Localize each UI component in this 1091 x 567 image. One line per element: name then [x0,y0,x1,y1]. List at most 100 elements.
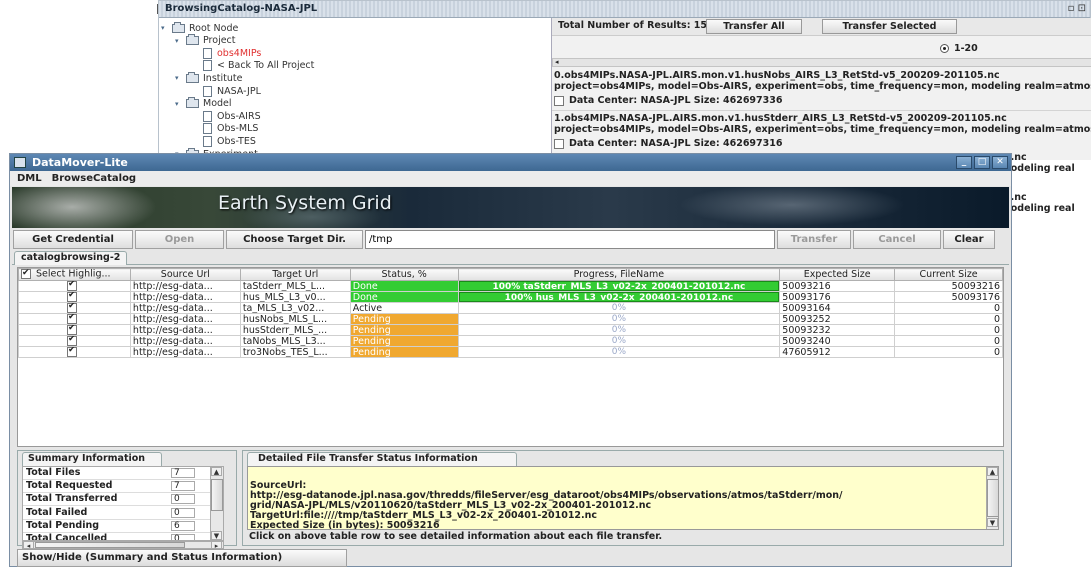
detail-text-area[interactable]: SourceUrl: http://esg-datanode.jpl.nasa.… [247,466,999,530]
cancel-button[interactable]: Cancel [853,230,941,249]
tab-detailed-status[interactable]: Detailed File Transfer Status Informatio… [247,452,517,466]
row-select-cell[interactable] [18,313,131,325]
transfer-all-button[interactable]: Transfer All [706,19,802,34]
scroll-thumb[interactable] [211,479,223,511]
scroll-up-icon[interactable]: ▲ [987,467,998,476]
table-row[interactable]: http://esg-data...husNobs_MLS_L...Pendin… [18,313,1003,325]
scroll-thumb[interactable] [35,542,185,548]
transfer-table[interactable]: Select Highlig... Source Url Target Url … [17,267,1004,447]
page-radio-icon[interactable] [940,44,949,53]
close-icon[interactable]: ✕ [992,156,1008,169]
datamover-titlebar[interactable]: DataMover-Lite _ □ ✕ [10,154,1011,171]
menu-dml[interactable]: DML [17,173,42,184]
col-source-url[interactable]: Source Url [129,268,241,281]
row-checkbox[interactable] [66,281,77,291]
col-target-url[interactable]: Target Url [239,268,351,281]
row-checkbox[interactable] [66,336,77,346]
scroll-left-icon[interactable]: ◂ [23,541,34,550]
progress-bar: 0% [611,303,627,313]
tree-expand-icon[interactable]: ▾ [175,100,183,108]
page-selector[interactable]: 1-20 [940,43,978,54]
tree-node-leaf[interactable]: NASA-JPL [203,85,261,97]
get-credential-button[interactable]: Get Credential [13,230,133,249]
col-progress[interactable]: Progress, FileName [457,268,781,281]
result-checkbox[interactable] [554,138,564,149]
row-checkbox[interactable] [66,325,77,335]
results-horizontal-scrollbar[interactable]: ◂ [552,58,1091,67]
tree-expand-icon[interactable]: ▾ [161,24,169,32]
summary-list: Total Files 7 Total Requested 7 Total Transf… [22,466,224,541]
scroll-down-icon[interactable]: ▼ [987,518,998,527]
show-hide-button[interactable]: Show/Hide (Summary and Status Informatio… [17,549,347,567]
row-select-cell[interactable] [18,346,131,358]
tree-expand-icon[interactable]: ▾ [175,37,183,45]
transfer-selected-button[interactable]: Transfer Selected [822,19,957,34]
row-select-cell[interactable] [18,291,131,303]
tree-node-folder[interactable]: ▾ Institute [175,71,242,84]
tree-node-folder[interactable]: ▾ Root Node [161,21,238,34]
file-icon [203,110,212,122]
table-row[interactable]: http://esg-data...hus_MLS_L3_v0...Done10… [18,291,1003,303]
tree-node-leaf[interactable]: obs4MIPs [203,47,261,59]
scroll-up-icon[interactable]: ▲ [211,467,222,476]
scroll-right-icon[interactable]: ▸ [211,541,222,550]
minimize-icon[interactable]: _ [956,156,972,169]
row-checkbox[interactable] [66,347,77,357]
table-row[interactable]: http://esg-data...tro3Nobs_TES_L...Pendi… [18,346,1003,358]
target-url-cell: taNobs_MLS_L3... [239,335,351,347]
browsing-catalog-titlebar[interactable]: BrowsingCatalog-NASA-JPL ▫ ⊡ [157,1,1090,18]
row-checkbox[interactable] [66,314,77,324]
scroll-left-icon[interactable]: ◂ [555,58,559,66]
col-select-highlight[interactable]: Select Highlig... [18,268,131,281]
page-range: 1-20 [954,43,978,54]
summary-row: Total Pending 6 [23,520,223,533]
window-control-icons[interactable]: ▫ ⊡ [1068,3,1086,14]
transfer-button[interactable]: Transfer [777,230,851,249]
catalog-tree[interactable]: ▾ Root Node ▾ Project obs4MIPs < Back To All … [159,18,551,160]
target-dir-input[interactable] [365,230,775,249]
tree-node-folder[interactable]: ▾ Project [175,34,236,47]
menu-browse-catalog[interactable]: BrowseCatalog [52,173,136,184]
result-item[interactable]: 0.obs4MIPs.NASA-JPL.AIRS.mon.v1.husNobs_… [554,70,1091,106]
expected-size-cell: 50093216 [779,280,896,292]
summary-vertical-scrollbar[interactable]: ▲ ▼ [210,467,223,540]
open-button[interactable]: Open [135,230,224,249]
transfer-table-grid[interactable]: Select Highlig... Source Url Target Url … [18,268,1003,358]
table-row[interactable]: http://esg-data...taStderr_MLS_L...Done1… [18,280,1003,292]
summary-row: Total Files 7 [23,467,223,480]
result-checkbox[interactable] [554,95,564,106]
tab-summary-information[interactable]: Summary Information [22,452,162,466]
row-checkbox[interactable] [66,292,77,302]
table-row[interactable]: http://esg-data...husStderr_MLS_...Pendi… [18,324,1003,336]
choose-target-dir-button[interactable]: Choose Target Dir. [226,230,363,249]
summary-horizontal-scrollbar[interactable]: ◂ ▸ [22,541,224,550]
table-row[interactable]: http://esg-data...ta_MLS_L3_v02...Active… [18,302,1003,314]
col-status[interactable]: Status, % [349,268,459,281]
tab-catalogbrowsing-2[interactable]: catalogbrowsing-2 [14,251,128,265]
tree-node-leaf[interactable]: Obs-AIRS [203,110,261,122]
tree-node-folder[interactable]: ▾ Model [175,97,232,110]
summary-row: Total Failed 0 [23,507,223,520]
tree-node-leaf[interactable]: < Back To All Project [203,60,314,72]
summary-row: Total Cancelled 0 [23,533,223,540]
summary-label: Total Requested [26,480,113,492]
select-all-checkbox[interactable] [21,269,31,280]
scroll-thumb[interactable] [987,479,998,517]
row-select-cell[interactable] [18,324,131,336]
tree-node-leaf[interactable]: Obs-TES [203,135,256,147]
row-select-cell[interactable] [18,302,131,314]
col-current-size[interactable]: Current Size [894,268,1003,281]
scroll-down-icon[interactable]: ▼ [211,531,222,540]
row-checkbox[interactable] [66,303,77,313]
tree-node-leaf[interactable]: Obs-MLS [203,123,258,135]
detail-panel: Detailed File Transfer Status Informatio… [242,450,1004,546]
clear-button[interactable]: Clear [943,230,995,249]
detail-vertical-scrollbar[interactable]: ▲ ▼ [986,467,998,529]
table-row[interactable]: http://esg-data...taNobs_MLS_L3...Pendin… [18,335,1003,347]
row-select-cell[interactable] [18,335,131,347]
col-expected-size[interactable]: Expected Size [779,268,896,281]
result-item[interactable]: 1.obs4MIPs.NASA-JPL.AIRS.mon.v1.husStder… [554,113,1091,149]
row-select-cell[interactable] [18,280,131,292]
maximize-icon[interactable]: □ [974,156,990,169]
tree-expand-icon[interactable]: ▾ [175,74,183,82]
